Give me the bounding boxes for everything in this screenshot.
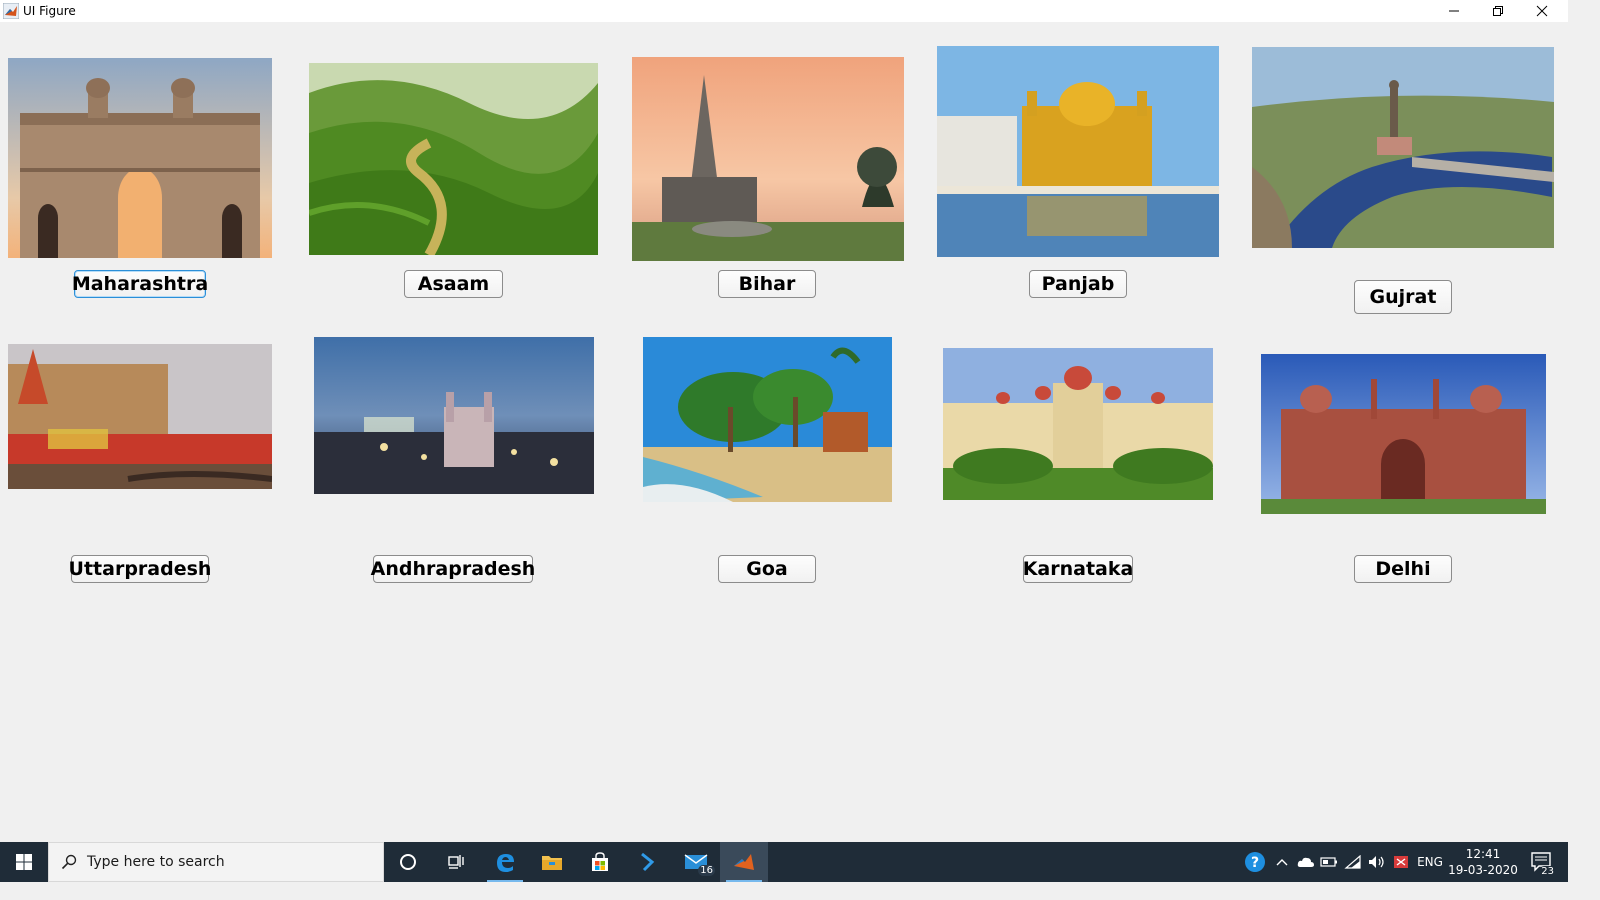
file-explorer-button[interactable] (528, 842, 576, 882)
matlab-active-indicator (726, 880, 762, 882)
mail-badge: 16 (698, 865, 715, 876)
battery-icon (1320, 857, 1337, 867)
matlab-taskbar-button[interactable] (720, 842, 768, 882)
edge-active-indicator (487, 880, 523, 882)
svg-text:?: ? (1251, 855, 1259, 871)
store-button[interactable] (576, 842, 624, 882)
karnataka-button[interactable]: Karnataka (1023, 555, 1133, 583)
restore-button[interactable] (1476, 0, 1520, 22)
uttarpradesh-image (8, 344, 272, 489)
goa-button[interactable]: Goa (718, 555, 816, 583)
uttarpradesh-button[interactable]: Uttarpradesh (69, 555, 211, 583)
maharashtra-button[interactable]: Maharashtra (72, 270, 208, 298)
delhi-button[interactable]: Delhi (1354, 555, 1452, 583)
edge-taskbar-button[interactable] (481, 842, 529, 882)
matlab-icon (734, 854, 754, 870)
notification-count: 23 (1539, 866, 1556, 877)
help-icon: ? (1245, 852, 1265, 872)
wifi-icon (1344, 855, 1361, 869)
chevron-up-icon (1276, 859, 1288, 866)
task-view-icon (448, 855, 464, 869)
windows-start-icon (16, 854, 32, 870)
restore-icon (1493, 6, 1503, 16)
maharashtra-image (8, 58, 272, 258)
andhrapradesh-image (314, 337, 594, 494)
cloud-sync-icon (1297, 857, 1314, 867)
asaam-image (309, 63, 598, 255)
battery-tray-button[interactable] (1318, 842, 1340, 882)
taskbar-search-box[interactable]: Type here to search (48, 842, 384, 882)
app-tray-icon (1394, 856, 1408, 868)
panjab-button[interactable]: Panjab (1029, 270, 1127, 298)
clock-time: 12:41 (1465, 847, 1501, 861)
onedrive-tray-button[interactable] (1295, 842, 1317, 882)
close-button[interactable] (1520, 0, 1564, 22)
karnataka-image (943, 348, 1213, 500)
figure-canvas: Maharashtra Asaam Bihar Panjab Gujrat Ut… (0, 22, 1568, 842)
help-tray-button[interactable]: ? (1240, 842, 1270, 882)
bihar-button[interactable]: Bihar (718, 270, 816, 298)
app-tray-button[interactable] (1390, 842, 1412, 882)
matlab-app-icon (3, 3, 19, 19)
language-indicator[interactable]: ENG (1414, 842, 1446, 882)
asaam-button[interactable]: Asaam (404, 270, 503, 298)
panjab-image (937, 46, 1219, 257)
mail-button[interactable]: 16 (672, 842, 720, 882)
store-icon (592, 852, 608, 871)
action-center-button[interactable]: 23 (1522, 842, 1562, 882)
goa-image (643, 337, 892, 502)
clock-date: 19-03-2020 (1448, 863, 1518, 877)
minimize-button[interactable] (1432, 0, 1476, 22)
volume-icon (1369, 856, 1384, 868)
edge-icon (497, 854, 514, 872)
taskbar: Type here to search 16 ? ENG 12:41 19-03… (0, 842, 1568, 882)
vscode-icon (641, 852, 655, 872)
search-icon (61, 854, 77, 870)
cortana-icon (400, 854, 416, 870)
window-title: UI Figure (23, 4, 76, 18)
vscode-button[interactable] (624, 842, 672, 882)
search-placeholder: Type here to search (87, 854, 225, 870)
show-hidden-icons-button[interactable] (1272, 842, 1292, 882)
close-icon (1536, 5, 1548, 17)
gujrat-button[interactable]: Gujrat (1354, 280, 1452, 314)
bihar-image (632, 57, 904, 261)
start-button[interactable] (0, 842, 48, 882)
language-label: ENG (1417, 855, 1443, 869)
delhi-image (1261, 354, 1546, 514)
window-titlebar: UI Figure (0, 0, 1568, 22)
andhrapradesh-button[interactable]: Andhrapradesh (371, 555, 535, 583)
wifi-tray-button[interactable] (1342, 842, 1364, 882)
cortana-button[interactable] (384, 842, 432, 882)
minimize-icon (1449, 10, 1459, 12)
gujrat-image (1252, 47, 1554, 248)
volume-tray-button[interactable] (1366, 842, 1388, 882)
file-explorer-icon (542, 856, 562, 870)
clock[interactable]: 12:41 19-03-2020 (1446, 846, 1520, 878)
task-view-button[interactable] (432, 842, 480, 882)
